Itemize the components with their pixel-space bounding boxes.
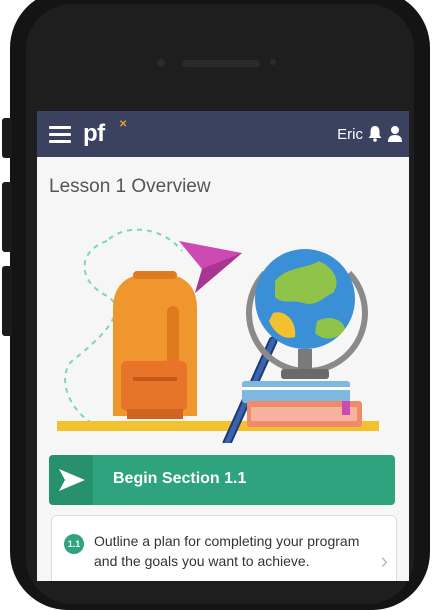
phone-sensor	[270, 59, 276, 65]
app-logo[interactable]: pf	[83, 120, 105, 148]
begin-section-label: Begin Section 1.1	[113, 470, 247, 487]
hamburger-menu-icon[interactable]	[49, 126, 71, 143]
begin-arrow-container	[49, 455, 93, 505]
logo-mark-icon: ✕	[119, 119, 128, 130]
phone-camera	[157, 59, 165, 67]
chevron-right-icon[interactable]: ›	[381, 548, 388, 574]
user-name[interactable]: Eric	[337, 126, 363, 143]
phone-side-button	[2, 118, 12, 158]
phone-side-button	[2, 266, 12, 336]
lesson-illustration	[57, 228, 379, 443]
phone-speaker	[182, 60, 260, 67]
page-title: Lesson 1 Overview	[49, 176, 211, 197]
user-icon[interactable]	[387, 125, 403, 142]
step-number-badge: 1.1	[64, 534, 84, 554]
top-navigation-bar: pf ✕ Eric	[37, 111, 409, 157]
app-screen: pf ✕ Eric Lesson 1 Overview Begin Sectio…	[37, 111, 409, 581]
phone-side-button	[2, 182, 12, 252]
play-arrow-icon	[59, 469, 85, 491]
begin-section-button[interactable]: Begin Section 1.1	[49, 455, 395, 505]
outline-step-text: Outline a plan for completing your progr…	[94, 533, 360, 569]
outline-step-card[interactable]: 1.1 Outline a plan for completing your p…	[51, 515, 397, 581]
bell-icon[interactable]	[367, 125, 383, 142]
